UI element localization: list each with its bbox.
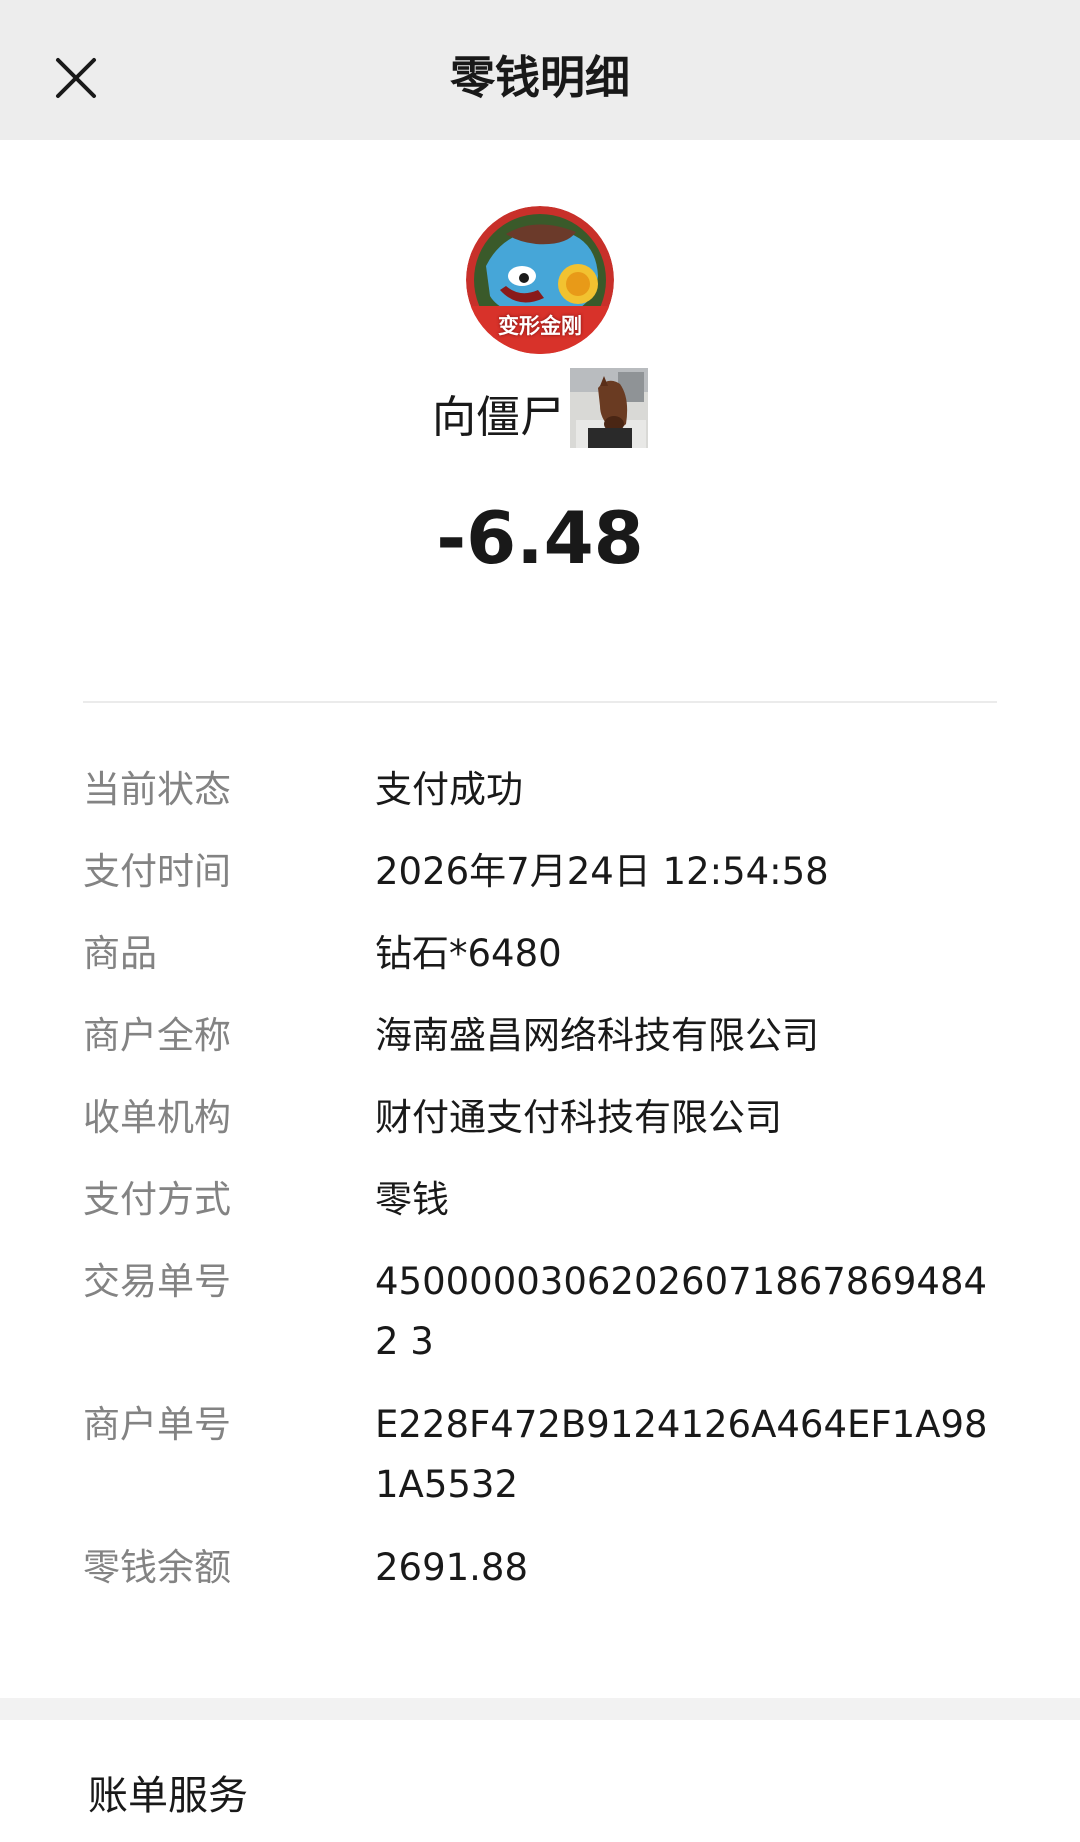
detail-label: 商户全称 — [83, 1014, 231, 1057]
detail-row-product: 商品 钻石*6480 — [0, 924, 1080, 1006]
detail-value: 支付成功 — [375, 768, 523, 811]
detail-value: 财付通支付科技有限公司 — [375, 1096, 782, 1139]
amount: -6.48 — [436, 496, 644, 580]
page-title: 零钱明细 — [449, 51, 630, 104]
detail-row-acquirer: 收单机构 财付通支付科技有限公司 — [0, 1088, 1080, 1170]
payee-name: 向僵尸 — [432, 392, 564, 443]
detail-label: 当前状态 — [83, 768, 231, 811]
detail-value[interactable]: 450000030620260718678694842 3 — [375, 1252, 995, 1395]
detail-row-merchant-name: 商户全称 海南盛昌网络科技有限公司 — [0, 1006, 1080, 1088]
detail-label: 支付时间 — [83, 850, 231, 893]
payee-row: 向僵尸 — [0, 368, 1080, 450]
detail-value[interactable]: E228F472B9124126A464EF1A981A5532 — [375, 1395, 995, 1538]
detail-label: 收单机构 — [83, 1096, 231, 1139]
horse-sticker-icon — [570, 368, 648, 448]
detail-row-balance: 零钱余额 2691.88 — [0, 1538, 1080, 1620]
detail-value: 2026年7月24日 12:54:58 — [375, 850, 829, 893]
detail-list: 当前状态 支付成功 支付时间 2026年7月24日 12:54:58 商品 钻石… — [0, 760, 1080, 1620]
detail-value: 海南盛昌网络科技有限公司 — [375, 1014, 819, 1057]
detail-label: 支付方式 — [83, 1178, 231, 1221]
detail-label: 商品 — [83, 932, 157, 975]
bill-service-label: 账单服务 — [88, 1773, 248, 1819]
avatar-logo-text: 变形金刚 — [498, 314, 582, 338]
detail-label: 交易单号 — [83, 1260, 231, 1303]
detail-row-status: 当前状态 支付成功 — [0, 760, 1080, 842]
detail-label: 商户单号 — [83, 1403, 231, 1446]
detail-row-pay-time: 支付时间 2026年7月24日 12:54:58 — [0, 842, 1080, 924]
detail-value: 钻石*6480 — [375, 932, 562, 975]
detail-row-merchant-order-id: 商户单号 E228F472B9124126A464EF1A981A5532 — [0, 1395, 1080, 1538]
detail-value: 2691.88 — [375, 1546, 529, 1589]
bill-service-item[interactable]: 账单服务 — [0, 1722, 1080, 1842]
detail-value: 零钱 — [375, 1178, 449, 1221]
section-gap — [0, 1698, 1080, 1720]
detail-label: 零钱余额 — [83, 1546, 231, 1589]
detail-row-transaction-id: 交易单号 450000030620260718678694842 3 — [0, 1252, 1080, 1395]
merchant-avatar[interactable]: 变形金刚 — [466, 206, 614, 354]
detail-row-pay-method: 支付方式 零钱 — [0, 1170, 1080, 1252]
divider — [83, 701, 997, 703]
top-bar: 零钱明细 — [0, 0, 1080, 140]
